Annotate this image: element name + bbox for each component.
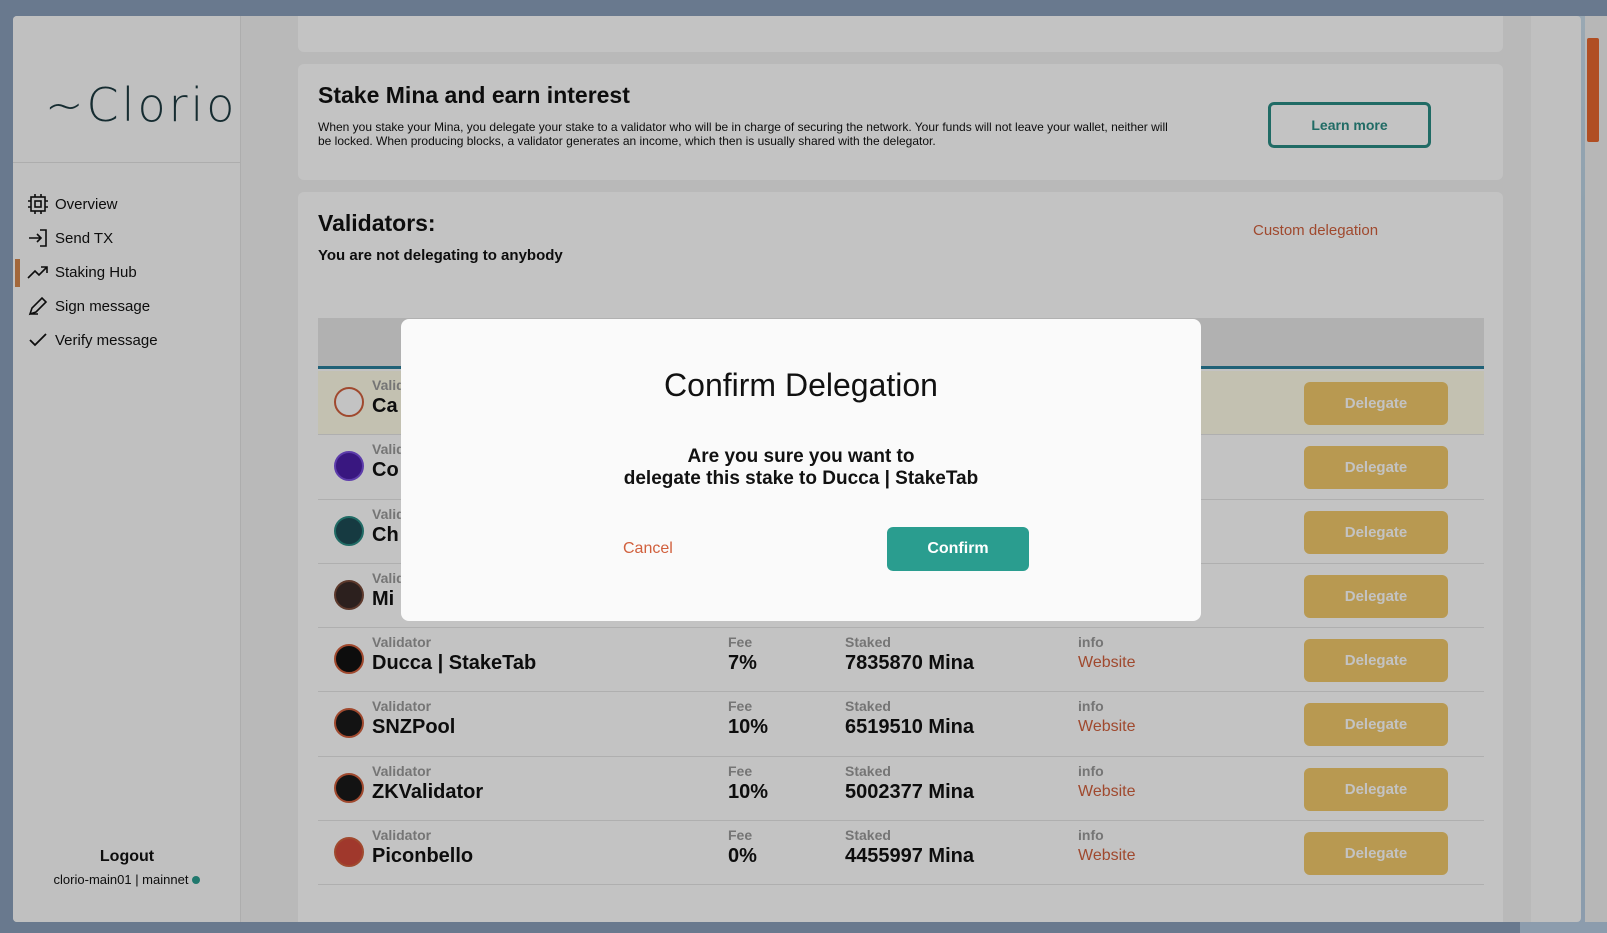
confirm-delegation-modal: Confirm Delegation Are you sure you want… [401, 319, 1201, 621]
modal-question-line1: Are you sure you want to [687, 446, 915, 467]
cancel-button[interactable]: Cancel [623, 540, 673, 558]
confirm-button[interactable]: Confirm [887, 527, 1029, 571]
modal-title: Confirm Delegation [664, 367, 938, 403]
modal-question: Are you sure you want to delegate this s… [401, 446, 1201, 490]
modal-question-line2: delegate this stake to Ducca | StakeTab [623, 468, 979, 489]
